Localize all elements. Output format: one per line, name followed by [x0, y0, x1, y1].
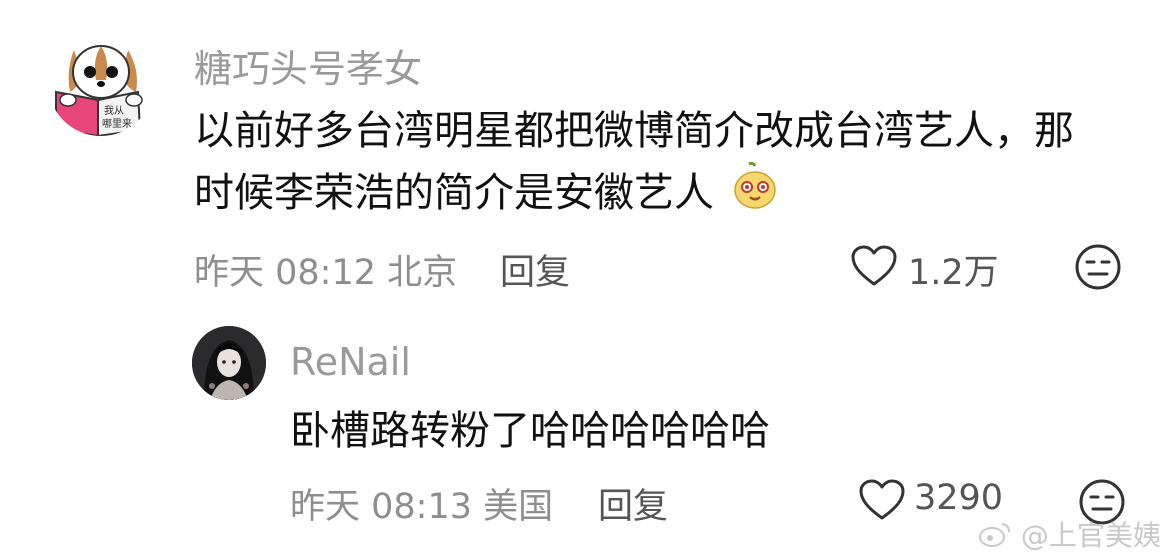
reply-reply-button[interactable]: 回复 — [598, 478, 668, 529]
heart-icon[interactable] — [850, 244, 898, 288]
comment-reply-button[interactable]: 回复 — [500, 244, 570, 295]
comment-time: 昨天 08:12 — [194, 253, 376, 293]
meh-face-icon[interactable] — [1074, 243, 1122, 291]
reply-meta: 昨天 08:13 美国 — [290, 478, 553, 529]
dark-portrait-avatar-icon — [192, 326, 266, 400]
watermark: @上官美姨 — [978, 514, 1161, 555]
reply-location: 美国 — [483, 487, 554, 527]
heart-icon[interactable] — [858, 478, 906, 522]
comment-text-line-2: 时候李荣浩的简介是安徽艺人 — [194, 161, 779, 228]
comment-location: 北京 — [387, 253, 458, 293]
comment-meta: 昨天 08:12 北京 — [194, 244, 457, 295]
comment-text-line-1: 以前好多台湾明星都把微博简介改成台湾艺人，那 — [194, 108, 1074, 154]
replier-avatar[interactable] — [192, 326, 266, 400]
comment-like-count: 1.2万 — [908, 253, 999, 293]
dog-reading-avatar-icon: 我从 哪里来 — [48, 30, 154, 136]
svg-text:我从: 我从 — [104, 105, 124, 117]
commenter-avatar[interactable]: 我从 哪里来 — [48, 30, 154, 136]
reply-text: 卧槽路转粉了哈哈哈哈哈哈 — [290, 408, 770, 454]
reply-like-count: 3290 — [914, 478, 1004, 518]
comment-text-line-2-content: 时候李荣浩的简介是安徽艺人 — [194, 170, 714, 216]
commenter-username[interactable]: 糖巧头号孝女 — [194, 38, 422, 93]
svg-text:哪里来: 哪里来 — [102, 118, 132, 130]
replier-username[interactable]: ReNail — [290, 340, 411, 384]
reply-time: 昨天 08:13 — [290, 487, 472, 527]
watermark-text: @上官美姨 — [1020, 519, 1161, 552]
weibo-logo-icon — [978, 520, 1012, 555]
smiling-pear-emoji-icon — [731, 161, 779, 228]
